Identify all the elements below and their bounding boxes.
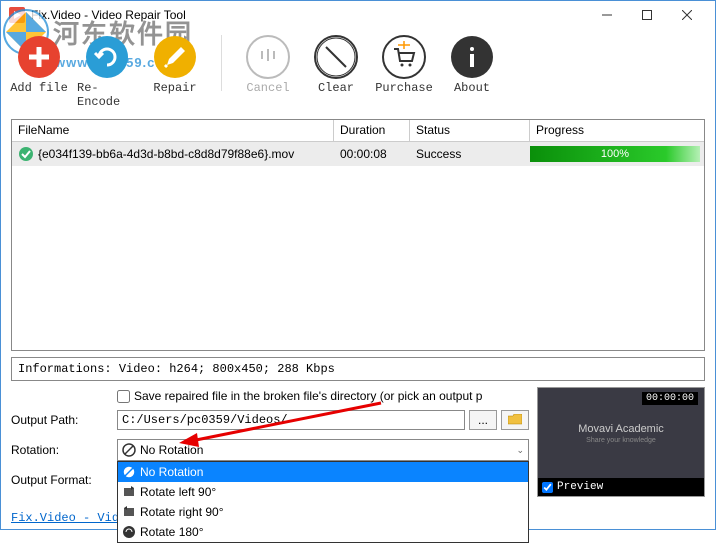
clear-label: Clear [318,81,354,95]
open-folder-button[interactable] [501,410,529,430]
no-rotation-icon [122,443,136,457]
preview-title: Movavi Academic [578,423,664,435]
th-status[interactable]: Status [410,120,530,142]
toolbar: Add file Re-Encode Repair Cancel Clear P… [1,29,715,113]
output-path-input[interactable] [117,410,465,430]
rotation-option-no-rotation[interactable]: No Rotation [118,462,528,482]
purchase-button[interactable]: Purchase [372,33,436,97]
progress-bar: 100% [530,146,700,162]
toolbar-separator [221,35,222,91]
close-button[interactable] [667,3,707,27]
clear-button[interactable]: Clear [304,33,368,97]
save-in-broken-label: Save repaired file in the broken file's … [134,389,482,403]
chevron-down-icon: ⌄ [516,445,524,456]
titlebar: Fix.Video - Video Repair Tool [1,1,715,29]
about-label: About [454,81,490,95]
status-link[interactable]: Fix.Video - Vide [11,511,126,525]
preview-checkbox[interactable] [542,482,553,493]
folder-icon [508,414,522,426]
app-icon [9,7,25,23]
rotation-dropdown-list: No Rotation Rotate left 90° Rotate right… [117,461,529,543]
rotation-option-left-90[interactable]: Rotate left 90° [118,482,528,502]
re-encode-button[interactable]: Re-Encode [75,33,139,111]
save-in-broken-checkbox[interactable] [117,390,130,403]
success-check-icon [18,146,34,162]
cell-filename: {e034f139-bb6a-4d3d-b8bd-c8d8d79f88e6}.m… [38,147,294,161]
form-area: Save repaired file in the broken file's … [11,389,529,497]
purchase-label: Purchase [375,81,433,95]
about-button[interactable]: About [440,33,504,97]
preview-time: 00:00:00 [642,392,698,405]
rotation-label: Rotation: [11,443,117,457]
add-file-label: Add file [10,81,68,95]
preview-checkbox-label: Preview [557,481,603,493]
cell-status: Success [410,147,530,161]
output-path-label: Output Path: [11,413,117,427]
re-encode-label: Re-Encode [77,81,137,109]
th-progress[interactable]: Progress [530,120,704,142]
rotation-option-180[interactable]: Rotate 180° [118,522,528,542]
minimize-button[interactable] [587,3,627,27]
file-table: FileName Duration Status Progress {e034f… [11,119,705,351]
cell-duration: 00:00:08 [334,147,410,161]
browse-path-button[interactable]: ... [469,410,497,430]
table-header: FileName Duration Status Progress [12,120,704,142]
preview-subtitle: Share your knowledge [586,437,656,444]
th-duration[interactable]: Duration [334,120,410,142]
window-title: Fix.Video - Video Repair Tool [31,8,587,22]
th-filename[interactable]: FileName [12,120,334,142]
preview-panel: 00:00:00 Movavi Academic Share your know… [537,387,705,497]
add-file-button[interactable]: Add file [7,33,71,97]
rotation-option-right-90[interactable]: Rotate right 90° [118,502,528,522]
rotation-dropdown[interactable]: No Rotation ⌄ [117,439,529,461]
output-format-label: Output Format: [11,473,117,487]
maximize-button[interactable] [627,3,667,27]
cancel-button[interactable]: Cancel [236,33,300,97]
table-row[interactable]: {e034f139-bb6a-4d3d-b8bd-c8d8d79f88e6}.m… [12,142,704,166]
cancel-label: Cancel [246,81,289,95]
repair-label: Repair [153,81,196,95]
info-bar: Informations: Video: h264; 800x450; 288 … [11,357,705,381]
repair-button[interactable]: Repair [143,33,207,97]
